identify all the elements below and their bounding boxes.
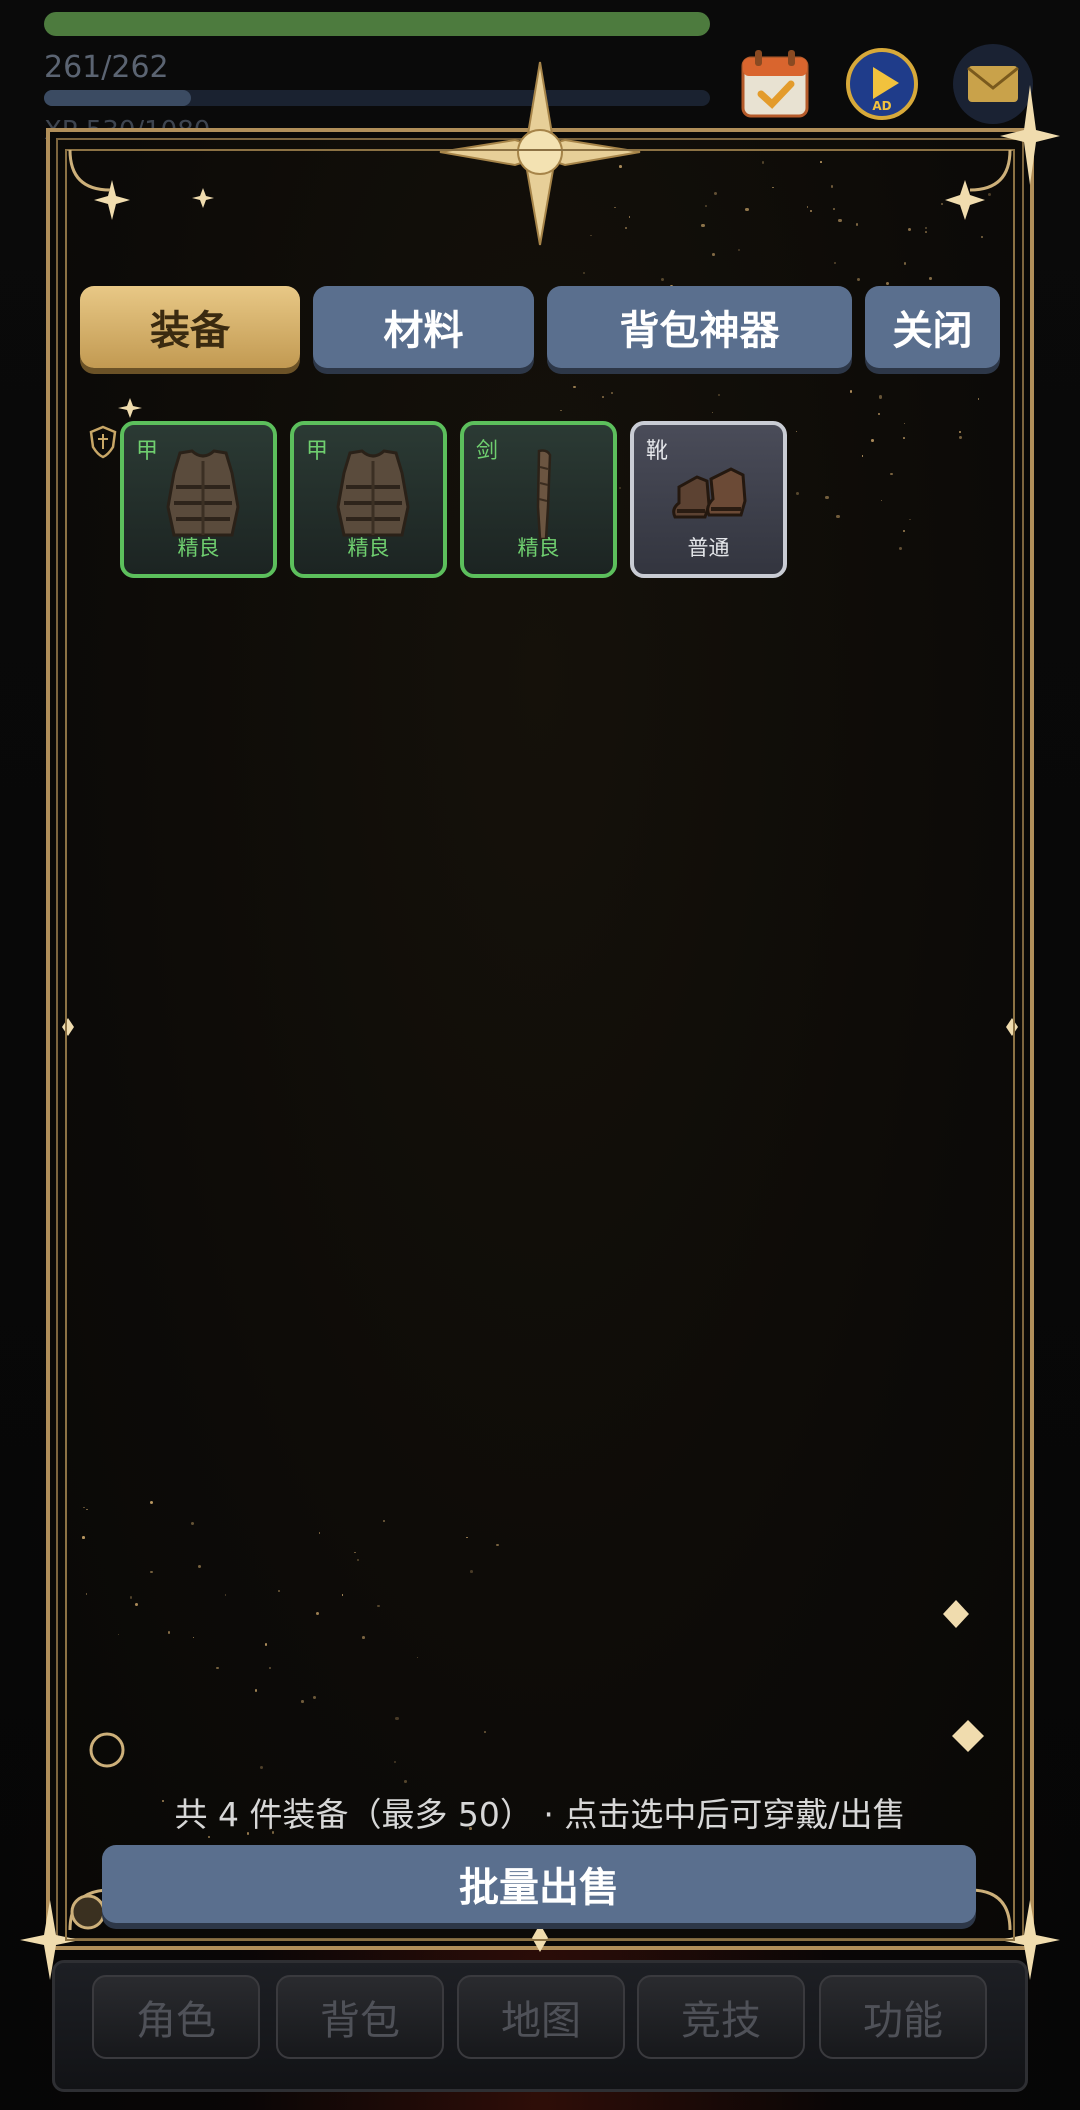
star-dust-particle xyxy=(929,276,933,280)
star-dust-particle xyxy=(890,472,893,476)
star-dust-particle xyxy=(560,409,562,411)
star-dust-particle xyxy=(192,1636,194,1638)
bulk-sell-button[interactable]: 批量出售 xyxy=(102,1845,976,1923)
star-dust-particle xyxy=(191,1521,195,1525)
tab-equipment[interactable]: 装备 xyxy=(80,286,300,368)
star-dust-particle xyxy=(625,226,628,229)
star-dust-particle xyxy=(572,385,576,389)
star-dust-particle xyxy=(925,227,927,229)
tab-backpack-artifact[interactable]: 背包神器 xyxy=(547,286,852,368)
star-dust-particle xyxy=(903,262,907,265)
video-ad-icon[interactable]: AD xyxy=(842,44,922,124)
star-dust-particle xyxy=(362,1635,366,1639)
star-dust-particle xyxy=(312,1695,316,1699)
nav-map[interactable]: 地图 xyxy=(457,1975,625,2059)
star-dust-particle xyxy=(711,252,715,256)
close-button[interactable]: 关闭 xyxy=(865,286,1000,368)
star-dust-particle xyxy=(301,1700,304,1703)
star-dust-particle xyxy=(856,278,860,282)
star-dust-particle xyxy=(907,228,911,231)
inventory-item[interactable]: 剑 精良 xyxy=(460,421,617,578)
inventory-item[interactable]: 靴 普通 xyxy=(630,421,787,578)
item-quality-label: 精良 xyxy=(517,536,560,560)
calendar-check-icon[interactable] xyxy=(735,44,815,124)
star-dust-particle xyxy=(341,1594,344,1596)
star-dust-particle xyxy=(795,430,797,432)
star-dust-particle xyxy=(903,437,905,439)
star-dust-particle xyxy=(82,1536,85,1539)
ad-badge: AD xyxy=(872,99,891,113)
xp-bar-fill xyxy=(44,90,191,106)
hp-bar xyxy=(44,12,710,36)
nav-backpack[interactable]: 背包 xyxy=(276,1975,444,2059)
star-dust-particle xyxy=(902,529,905,532)
shield-icon xyxy=(89,425,117,459)
star-dust-particle xyxy=(833,261,836,264)
star-dust-particle xyxy=(354,1551,356,1554)
inventory-count-info: 共 4 件装备（最多 50） · 点击选中后可穿戴/出售 xyxy=(174,1795,906,1834)
star-dust-particle xyxy=(318,1532,321,1534)
star-dust-particle xyxy=(836,514,840,519)
inventory-item[interactable]: 甲 精良 xyxy=(290,421,447,578)
xp-bar xyxy=(44,90,710,106)
star-dust-particle xyxy=(820,161,822,163)
star-dust-particle xyxy=(130,1596,133,1599)
nav-arena[interactable]: 竞技 xyxy=(637,1975,805,2059)
chest-armor-icon xyxy=(166,449,240,537)
star-dust-particle xyxy=(395,1716,399,1720)
boots-icon xyxy=(672,467,747,519)
star-dust-particle xyxy=(264,1643,267,1646)
star-dust-particle xyxy=(855,223,859,226)
star-dust-particle xyxy=(496,1543,499,1546)
star-dust-particle xyxy=(216,1666,219,1669)
star-dust-particle xyxy=(404,1779,407,1783)
star-dust-particle xyxy=(977,398,979,400)
star-dust-particle xyxy=(150,1570,153,1573)
inventory-item[interactable]: 甲 精良 xyxy=(120,421,277,578)
star-dust-particle xyxy=(704,205,707,207)
star-dust-particle xyxy=(909,518,911,521)
inventory-panel xyxy=(46,128,1034,1950)
tab-materials[interactable]: 材料 xyxy=(313,286,534,368)
star-dust-particle xyxy=(809,209,812,212)
star-dust-particle xyxy=(980,235,983,238)
star-dust-particle xyxy=(838,218,842,222)
star-dust-particle xyxy=(269,1666,271,1669)
item-slot-label: 甲 xyxy=(136,439,159,464)
star-dust-particle xyxy=(254,1689,258,1692)
nav-functions[interactable]: 功能 xyxy=(819,1975,987,2059)
star-dust-particle xyxy=(618,165,622,168)
star-dust-particle xyxy=(383,1519,386,1522)
item-slot-label: 甲 xyxy=(306,439,329,464)
star-dust-particle xyxy=(772,186,774,188)
star-dust-particle xyxy=(878,395,882,399)
star-dust-particle xyxy=(601,395,604,398)
item-slot-label: 剑 xyxy=(476,439,499,464)
wooden-club-icon xyxy=(536,449,552,541)
star-dust-particle xyxy=(871,439,874,442)
star-dust-particle xyxy=(832,207,835,210)
star-dust-particle xyxy=(701,223,705,228)
star-dust-particle xyxy=(85,1593,87,1595)
nav-character[interactable]: 角色 xyxy=(92,1975,260,2059)
hp-text: 261/262 xyxy=(44,50,169,85)
star-dust-particle xyxy=(135,1602,139,1606)
item-quality-label: 精良 xyxy=(347,536,390,560)
chest-armor-icon xyxy=(336,449,410,537)
item-quality-label: 普通 xyxy=(687,536,730,560)
item-quality-label: 精良 xyxy=(177,536,220,560)
mail-icon[interactable] xyxy=(953,44,1033,124)
